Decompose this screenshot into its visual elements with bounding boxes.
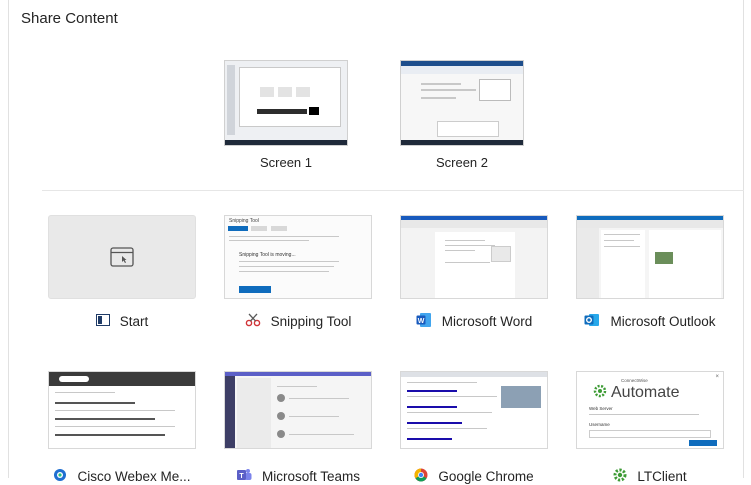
webex-preview xyxy=(48,371,196,449)
word-preview xyxy=(400,215,548,299)
teams-icon: T xyxy=(236,468,252,485)
window-placeholder-icon xyxy=(110,247,134,267)
svg-text:W: W xyxy=(417,318,424,325)
screen-1-preview xyxy=(224,60,348,146)
app-snipping-tool[interactable]: Snipping Tool Snipping Tool is moving...… xyxy=(224,215,372,330)
snipping-tool-preview: Snipping Tool Snipping Tool is moving... xyxy=(224,215,372,299)
start-icon xyxy=(95,313,110,329)
app-start-label: Start xyxy=(119,313,149,329)
word-icon: W xyxy=(416,312,432,331)
app-cisco-webex[interactable]: Cisco Webex Me... xyxy=(48,371,196,485)
section-divider xyxy=(42,190,744,191)
screen-1-option[interactable]: Screen 1 xyxy=(224,60,348,170)
app-ltclient-label: LTClient xyxy=(637,468,687,484)
ltclient-preview: × ConnectWise Automate Web Server Userna… xyxy=(576,371,724,449)
app-microsoft-teams-label: Microsoft Teams xyxy=(261,468,361,484)
app-microsoft-word-label: Microsoft Word xyxy=(441,313,533,329)
app-microsoft-teams[interactable]: T Microsoft Teams xyxy=(224,371,372,485)
app-google-chrome[interactable]: Google Chrome xyxy=(400,371,548,485)
start-preview xyxy=(48,215,196,299)
app-google-chrome-label: Google Chrome xyxy=(438,468,534,484)
outlook-preview xyxy=(576,215,724,299)
ltclient-icon xyxy=(613,468,627,485)
snipping-tool-icon xyxy=(245,313,261,330)
app-ltclient[interactable]: × ConnectWise Automate Web Server Userna… xyxy=(576,371,724,485)
dialog-title: Share Content xyxy=(21,10,118,27)
teams-preview xyxy=(224,371,372,449)
app-microsoft-word[interactable]: W Microsoft Word xyxy=(400,215,548,330)
app-start[interactable]: Start xyxy=(48,215,196,330)
svg-text:T: T xyxy=(239,473,244,480)
outlook-icon xyxy=(584,312,600,331)
app-microsoft-outlook-label: Microsoft Outlook xyxy=(610,313,716,329)
screen-2-option[interactable]: Screen 2 xyxy=(400,60,524,170)
app-snipping-tool-label: Snipping Tool xyxy=(270,313,352,329)
app-cisco-webex-label: Cisco Webex Me... xyxy=(77,468,191,484)
app-microsoft-outlook[interactable]: Microsoft Outlook xyxy=(576,215,724,330)
webex-icon xyxy=(53,468,67,485)
screen-2-preview xyxy=(400,60,524,146)
chrome-icon xyxy=(414,468,428,485)
chrome-preview xyxy=(400,371,548,449)
screen-2-label: Screen 2 xyxy=(435,155,489,170)
screen-1-label: Screen 1 xyxy=(259,155,313,170)
